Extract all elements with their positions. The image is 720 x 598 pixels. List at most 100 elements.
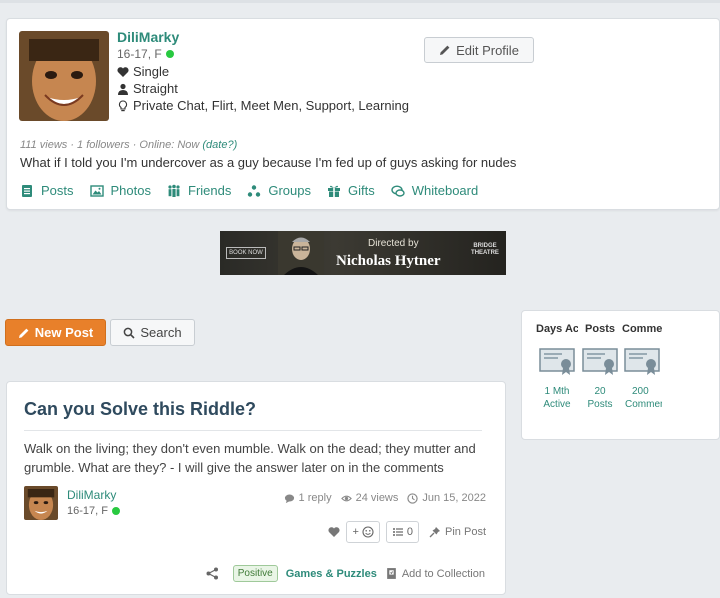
comment-icon: [284, 494, 294, 503]
ad-title: Nicholas Hytner: [336, 253, 441, 269]
category-link[interactable]: Games & Puzzles: [286, 568, 377, 580]
lightbulb-icon: [118, 99, 128, 111]
list-count-button[interactable]: 0: [385, 521, 420, 543]
edit-profile-button[interactable]: Edit Profile: [424, 37, 534, 63]
list-icon: [392, 528, 403, 536]
search-icon: [124, 327, 135, 339]
list-count-value: 0: [406, 526, 414, 538]
profile-status-row: Single: [117, 64, 169, 79]
pin-post-label: Pin Post: [445, 526, 486, 538]
stats-card: Days Active 1 Mth Active Posts 20 Posts …: [521, 310, 720, 440]
avatar-image: [19, 31, 109, 121]
nav-whiteboard-label: Whiteboard: [411, 183, 479, 198]
post-card: Can you Solve this Riddle? Walk on the l…: [6, 381, 506, 595]
friends-icon: [168, 184, 180, 197]
stat-unit: Posts: [587, 399, 613, 410]
eye-icon: [340, 495, 352, 501]
heart-icon: [117, 66, 129, 77]
reply-count[interactable]: 1 reply: [284, 492, 332, 504]
add-to-collection-button[interactable]: Add to Collection: [385, 567, 485, 580]
stat-head: Posts: [585, 323, 615, 335]
profile-bio: What if I told you I'm undercover as a g…: [20, 155, 517, 170]
stat-posts[interactable]: Posts 20 Posts: [579, 323, 621, 411]
avatar-image: [24, 486, 58, 520]
profile-name[interactable]: DiliMarky: [117, 29, 179, 45]
post-divider: [24, 430, 482, 431]
relationship-status: Single: [133, 64, 170, 79]
profile-nav: Posts Photos Friends Groups Gifts Whiteb…: [20, 183, 494, 198]
edit-profile-label: Edit Profile: [456, 42, 519, 58]
nav-gifts[interactable]: Gifts: [327, 183, 375, 198]
collection-icon: [386, 568, 396, 579]
post-title[interactable]: Can you Solve this Riddle?: [24, 399, 256, 420]
pencil-icon: [440, 45, 450, 55]
ad-portrait-image: [278, 231, 324, 275]
profile-avatar[interactable]: [19, 31, 109, 121]
author-age-text: 16-17, F: [67, 505, 108, 517]
certificate-icon: [539, 348, 575, 375]
gift-icon: [328, 185, 340, 197]
posts-icon: [22, 184, 32, 197]
ad-subtitle: Directed by: [368, 238, 419, 249]
stat-unit: Comments: [625, 399, 662, 410]
profile-interests-row: Private Chat, Flirt, Meet Men, Support, …: [117, 98, 409, 113]
ad-banner[interactable]: BOOK NOW Directed by Nicholas Hytner BRI…: [220, 231, 506, 275]
new-post-button[interactable]: New Post: [5, 319, 106, 346]
new-post-label: New Post: [34, 325, 94, 340]
reply-count-text: 1 reply: [298, 492, 332, 504]
stat-days-active[interactable]: Days Active 1 Mth Active: [536, 323, 578, 411]
view-count-text: 24 views: [355, 492, 399, 504]
nav-gifts-label: Gifts: [348, 183, 375, 198]
stat-comments[interactable]: Comments 200 Comments: [622, 323, 662, 411]
ad-book-now[interactable]: BOOK NOW: [226, 247, 266, 259]
positive-tag[interactable]: Positive: [232, 565, 278, 582]
nav-whiteboard[interactable]: Whiteboard: [391, 183, 478, 198]
add-reaction-button[interactable]: +: [346, 521, 380, 543]
profile-age: 16-17, F: [117, 47, 174, 61]
author-age: 16-17, F: [67, 505, 120, 517]
stat-value: 200: [632, 386, 649, 397]
stat-unit: Active: [543, 399, 571, 410]
share-icon[interactable]: [206, 567, 219, 580]
date-link[interactable]: (date?): [202, 139, 237, 151]
online-indicator: [165, 50, 174, 58]
profile-orientation-row: Straight: [117, 81, 178, 96]
search-button[interactable]: Search: [110, 319, 195, 346]
add-reaction-plus: +: [352, 526, 359, 538]
add-to-collection-label: Add to Collection: [401, 567, 485, 580]
top-border: [0, 0, 720, 3]
search-label: Search: [140, 325, 182, 340]
nav-friends[interactable]: Friends: [167, 183, 231, 198]
nav-groups[interactable]: Groups: [247, 183, 311, 198]
profile-meta: 111 views · 1 followers · Online: Now (d…: [20, 139, 237, 151]
author-avatar[interactable]: [24, 486, 58, 520]
profile-age-text: 16-17, F: [117, 47, 162, 61]
stat-head: Comments: [622, 323, 662, 335]
nav-photos-label: Photos: [110, 183, 151, 198]
view-count: 24 views: [340, 492, 399, 504]
photos-icon: [89, 184, 104, 197]
ad-logo: BRIDGE THEATRE: [471, 243, 499, 256]
interests: Private Chat, Flirt, Meet Men, Support, …: [133, 98, 410, 113]
clock-icon: [407, 492, 419, 504]
nav-posts[interactable]: Posts: [20, 183, 74, 198]
post-body: Walk on the living; they don't even mumb…: [24, 441, 476, 475]
pencil-icon: [18, 328, 29, 338]
profile-stats-text: 111 views · 1 followers · Online: Now: [20, 139, 200, 151]
user-tie-icon: [118, 83, 128, 95]
certificate-icon: [582, 348, 618, 375]
heart-icon[interactable]: [328, 526, 341, 538]
online-indicator: [111, 507, 120, 515]
post-date: Jun 15, 2022: [407, 492, 486, 504]
author-name[interactable]: DiliMarky: [67, 488, 116, 502]
stat-head: Days Active: [536, 323, 578, 335]
pin-icon: [429, 527, 441, 538]
post-date-text: Jun 15, 2022: [422, 492, 486, 504]
orientation: Straight: [133, 81, 178, 96]
post-meta: 1 reply 24 views Jun 15, 2022: [284, 492, 486, 504]
profile-card: DiliMarky 16-17, F Single Straight Priva…: [6, 18, 720, 210]
nav-photos[interactable]: Photos: [89, 183, 151, 198]
reaction-row: + 0 Pin Post: [328, 521, 486, 543]
whiteboard-icon: [391, 185, 405, 197]
pin-post-button[interactable]: Pin Post: [429, 526, 486, 538]
